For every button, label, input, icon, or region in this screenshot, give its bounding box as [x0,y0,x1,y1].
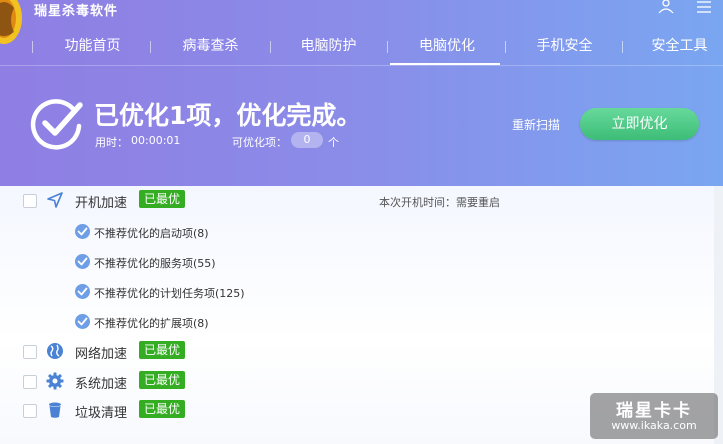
status-badge: 已最优 [139,341,186,359]
nav-divider [0,65,723,66]
optimizable-label: 可优化项： [232,136,287,149]
status-title: 已优化1项，优化完成。 [94,101,362,130]
optimize-now-button[interactable]: 立即优化 [580,108,699,140]
tab-security-tools[interactable]: 安全工具 [636,30,723,64]
tab-mobile-security[interactable]: 手机安全 [517,30,612,64]
system-acceleration-label: 系统加速 [75,377,128,392]
check-circle-icon [30,99,83,150]
sub-item-label[interactable]: 不推荐优化的计划任务项(125) [94,285,245,301]
header-panel: 瑞星杀毒软件 功能首页 病毒查杀 电脑防护 电脑优化 手机安全 安全工具 已优化… [0,0,723,186]
status-badge: 已最优 [139,400,186,418]
check-icon [75,254,90,269]
status-badge: 已最优 [139,190,186,208]
check-icon [75,224,90,239]
user-icon[interactable] [656,0,676,14]
main-nav: 功能首页 病毒查杀 电脑防护 电脑优化 手机安全 安全工具 [0,30,723,64]
app-title: 瑞星杀毒软件 [34,4,119,19]
nav-separator [150,41,151,53]
boot-time-text: 本次开机时间：需要重启 [379,196,500,209]
nav-separator [622,41,623,53]
send-arrow-icon [47,192,63,208]
rescan-link[interactable]: 重新扫描 [512,116,560,133]
nav-separator [387,41,388,53]
check-icon [75,314,90,329]
boot-acceleration-label: 开机加速 [75,196,128,211]
system-acceleration-checkbox[interactable] [23,375,37,389]
tab-virus-scan[interactable]: 病毒查杀 [163,30,258,64]
network-acceleration-checkbox[interactable] [23,345,37,359]
status-badge: 已最优 [139,371,186,389]
globe-icon [47,343,63,359]
title-bar: 瑞星杀毒软件 [0,0,723,44]
nav-separator [270,41,271,53]
watermark-url: www.ikaka.com [611,419,697,432]
tab-optimize[interactable]: 电脑优化 [397,30,497,64]
optimizable-unit: 个 [328,136,339,149]
network-acceleration-label: 网络加速 [75,347,128,362]
menu-icon[interactable] [694,0,714,14]
trash-can-icon [49,402,61,418]
check-icon [75,284,90,299]
elapsed-value: 00:00:01 [131,134,181,147]
junk-cleanup-checkbox[interactable] [23,404,37,418]
nav-separator [32,41,33,53]
tab-protection[interactable]: 电脑防护 [281,30,376,64]
nav-separator [505,41,506,53]
sub-item-label[interactable]: 不推荐优化的扩展项(8) [94,315,209,331]
boot-acceleration-checkbox[interactable] [23,194,37,208]
junk-cleanup-label: 垃圾清理 [75,406,128,421]
watermark-name: 瑞星卡卡 [616,401,692,421]
gear-icon [46,372,64,390]
optimizable-count: 0 [291,132,323,148]
watermark: 瑞星卡卡 www.ikaka.com [590,393,718,439]
sub-item-label[interactable]: 不推荐优化的服务项(55) [94,255,216,271]
tab-home[interactable]: 功能首页 [45,30,140,64]
sub-item-label[interactable]: 不推荐优化的启动项(8) [94,225,209,241]
elapsed-label: 用时： [95,136,128,149]
